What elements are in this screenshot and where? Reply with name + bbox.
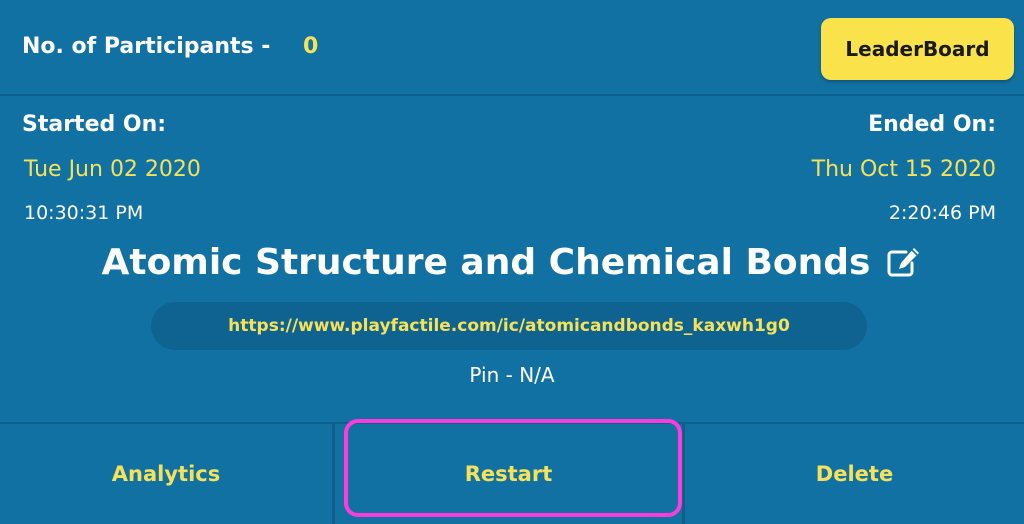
participants-count: 0 <box>303 34 319 59</box>
restart-button[interactable]: Restart <box>335 424 685 524</box>
started-date: Tue Jun 02 2020 <box>24 157 201 182</box>
analytics-button[interactable]: Analytics <box>0 424 335 524</box>
delete-button[interactable]: Delete <box>685 424 1024 524</box>
pin-text: Pin - N/A <box>469 363 555 387</box>
leaderboard-button[interactable]: LeaderBoard <box>821 18 1014 80</box>
ended-date: Thu Oct 15 2020 <box>811 157 996 182</box>
title-row: Atomic Structure and Chemical Bonds <box>0 236 1024 288</box>
ended-on-label: Ended On: <box>868 112 996 137</box>
game-details-panel: No. of Participants - 0 LeaderBoard Star… <box>0 0 1024 524</box>
game-url-link[interactable]: https://www.playfactile.com/ic/atomicand… <box>151 302 867 350</box>
started-on-label: Started On: <box>22 112 167 137</box>
participants-label: No. of Participants - <box>22 34 271 59</box>
action-bar: Analytics Restart Delete <box>0 422 1024 524</box>
ended-time: 2:20:46 PM <box>888 202 996 224</box>
header-bar: No. of Participants - 0 LeaderBoard <box>0 0 1024 96</box>
edit-icon[interactable] <box>886 246 922 278</box>
game-title: Atomic Structure and Chemical Bonds <box>101 241 871 283</box>
started-time: 10:30:31 PM <box>24 202 144 224</box>
